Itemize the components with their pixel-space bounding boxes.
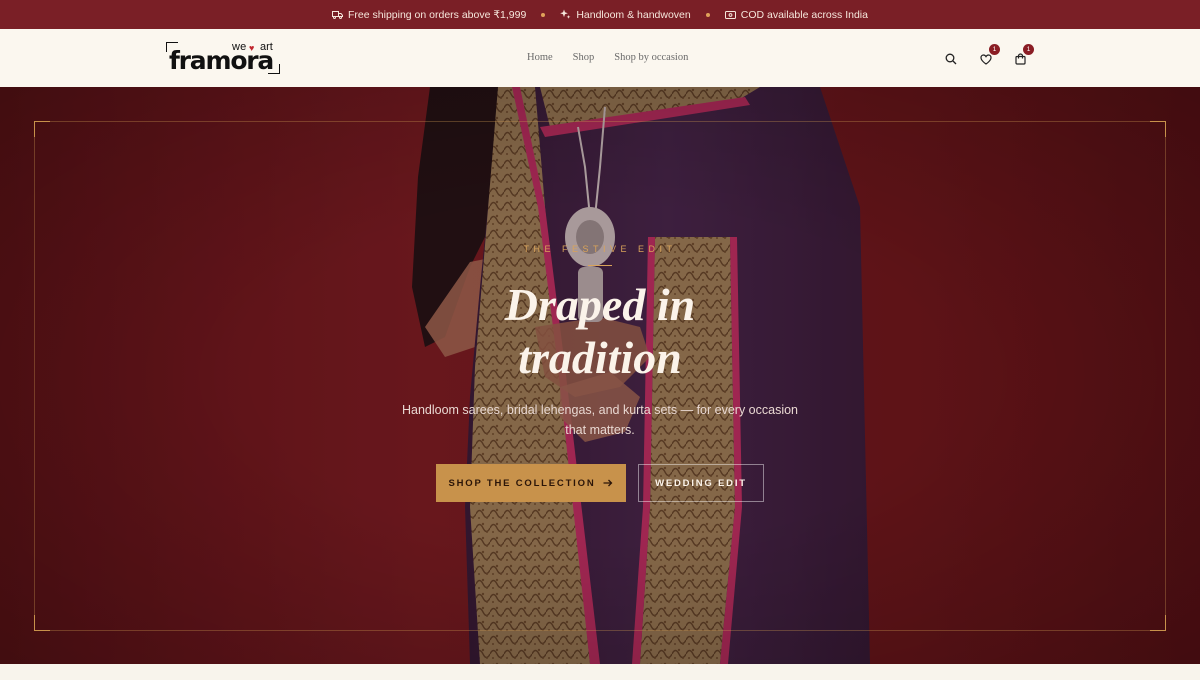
hero-title-line1: Draped in — [504, 279, 696, 330]
separator-dot — [705, 12, 710, 17]
wedding-edit-button[interactable]: WEDDING EDIT — [638, 464, 764, 502]
framora-logo[interactable]: we ♥ art framora — [166, 40, 280, 75]
announcement-bar: Free shipping on orders above ₹1,999 Han… — [0, 0, 1200, 29]
frame-corner — [1150, 615, 1166, 631]
separator-dot — [541, 12, 546, 17]
cash-icon — [724, 10, 736, 19]
arrow-right-icon — [603, 479, 613, 487]
hero-eyebrow: THE FESTIVE EDIT — [523, 244, 677, 254]
cart-count-badge: 1 — [1023, 44, 1034, 55]
hero-banner: THE FESTIVE EDIT Draped in tradition Han… — [0, 87, 1200, 664]
announcement-text: COD available across India — [740, 8, 868, 21]
logo-wordmark: framora — [169, 46, 274, 75]
bag-icon — [1014, 53, 1026, 65]
site-header: we ♥ art framora Home Shop Shop by occas… — [0, 29, 1200, 87]
shop-collection-label: SHOP THE COLLECTION — [448, 477, 596, 489]
cart-button[interactable]: 1 — [1012, 44, 1034, 67]
truck-icon — [332, 11, 344, 19]
search-button[interactable] — [943, 51, 959, 67]
hero-title-line2: tradition — [518, 332, 682, 383]
wishlist-count-badge: 1 — [989, 44, 1000, 55]
announcement-cod: COD available across India — [724, 8, 868, 21]
hero-title: Draped in tradition — [380, 278, 820, 384]
wishlist-button[interactable]: 1 — [978, 44, 1000, 67]
sparkle-icon — [560, 9, 571, 19]
heart-icon — [980, 53, 992, 65]
hero-subtitle: Handloom sarees, bridal lehengas, and ku… — [401, 403, 799, 437]
next-section-edge — [0, 664, 1200, 680]
main-nav: Home Shop Shop by occasion — [527, 52, 688, 63]
announcement-text: Handloom & handwoven — [576, 8, 691, 21]
frame-corner — [34, 121, 50, 137]
announcement-shipping: Free shipping on orders above ₹1,999 — [332, 9, 526, 21]
shop-collection-button[interactable]: SHOP THE COLLECTION — [436, 464, 626, 502]
nav-home[interactable]: Home — [527, 52, 553, 63]
search-icon — [945, 53, 957, 65]
announcement-text: Free shipping on orders above ₹1,999 — [348, 8, 527, 21]
announcement-handloom: Handloom & handwoven — [560, 8, 691, 21]
hero-content: THE FESTIVE EDIT Draped in tradition Han… — [380, 244, 820, 502]
nav-shop[interactable]: Shop — [573, 52, 595, 63]
eyebrow-divider — [588, 265, 612, 266]
frame-corner — [34, 615, 50, 631]
frame-corner — [1150, 121, 1166, 137]
hero-cta-group: SHOP THE COLLECTION WEDDING EDIT — [380, 464, 820, 502]
nav-shop-by-occasion[interactable]: Shop by occasion — [614, 52, 688, 63]
